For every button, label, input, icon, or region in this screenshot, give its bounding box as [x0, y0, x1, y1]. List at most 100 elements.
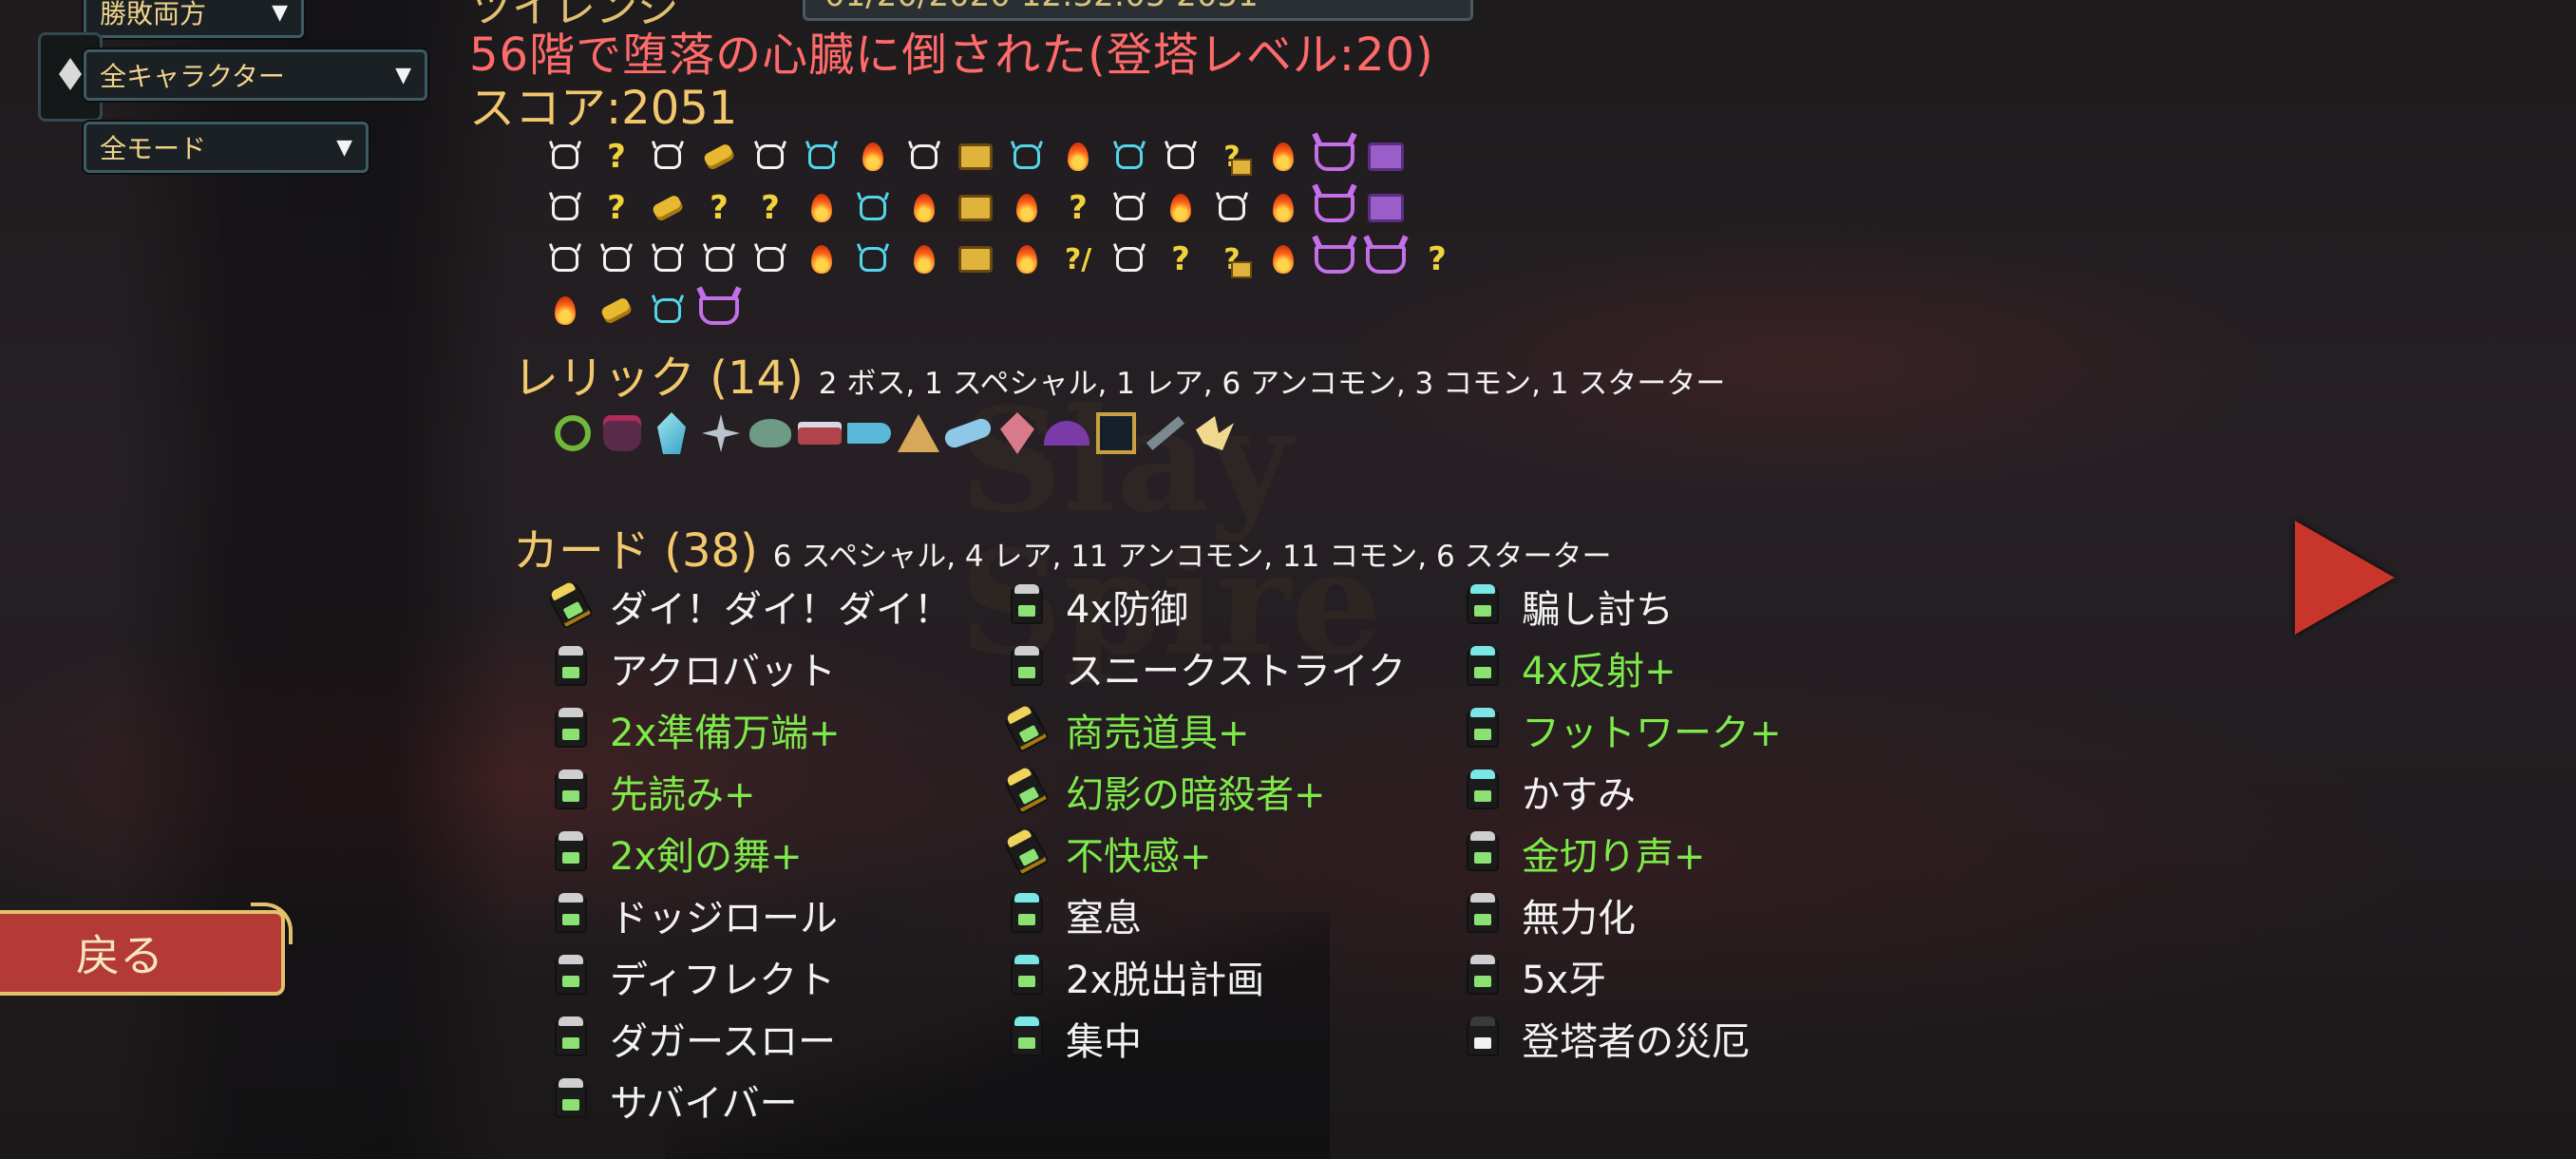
path-node-rest-icon[interactable] [796, 234, 847, 285]
back-button[interactable]: 戻る [0, 902, 293, 996]
path-node-monster-icon[interactable] [745, 131, 796, 182]
card-row[interactable]: 5x牙 [1457, 945, 1782, 1007]
path-node-monster-icon[interactable] [642, 234, 693, 285]
card-row[interactable]: 先読み+ [545, 760, 952, 822]
path-node-elite-icon[interactable] [847, 182, 899, 234]
path-node-question-icon[interactable]: ? [745, 182, 796, 234]
path-node-boss-icon[interactable] [1309, 131, 1360, 182]
path-node-elite-icon[interactable] [1104, 131, 1155, 182]
path-node-rest-icon[interactable] [1258, 234, 1309, 285]
relic-pyramid-icon[interactable] [894, 407, 943, 460]
card-row[interactable]: 金切り声+ [1457, 822, 1782, 884]
path-node-rest-icon[interactable] [1001, 182, 1052, 234]
card-row[interactable]: 2x脱出計画 [1001, 945, 1406, 1007]
path-node-monster-icon[interactable] [591, 234, 642, 285]
path-node-gold-icon[interactable] [642, 182, 693, 234]
path-node-boss-icon[interactable] [693, 285, 745, 336]
card-row[interactable]: 2x剣の舞+ [545, 822, 952, 884]
path-node-rest-icon[interactable] [847, 131, 899, 182]
card-row[interactable]: ダガースロー [545, 1007, 952, 1069]
path-node-rest-icon[interactable] [1155, 182, 1206, 234]
path-node-rest-icon[interactable] [540, 285, 591, 336]
path-node-rest-icon[interactable] [1052, 131, 1104, 182]
path-node-question-icon[interactable]: ? [591, 131, 642, 182]
filter-result-dropdown[interactable]: 勝敗両方 ▼ [84, 0, 304, 38]
path-node-question-chest-icon[interactable]: ? [1206, 234, 1258, 285]
filter-mode-dropdown[interactable]: 全モード ▼ [84, 122, 369, 173]
card-row[interactable]: 騙し討ち [1457, 575, 1782, 636]
path-node-gold-icon[interactable] [591, 285, 642, 336]
path-node-boss-icon[interactable] [1309, 234, 1360, 285]
relic-shuriken-icon[interactable] [696, 407, 746, 460]
path-node-monster-icon[interactable] [1104, 182, 1155, 234]
path-node-monster-icon[interactable] [1104, 234, 1155, 285]
path-node-monster-icon[interactable] [899, 131, 950, 182]
card-row[interactable]: 不快感+ [1001, 822, 1406, 884]
card-row[interactable]: 4x反射+ [1457, 636, 1782, 698]
card-row[interactable]: 幻影の暗殺者+ [1001, 760, 1406, 822]
path-node-chest-icon[interactable] [950, 234, 1001, 285]
path-node-question-gold-icon[interactable]: ?/ [1052, 234, 1104, 285]
card-row[interactable]: ディフレクト [545, 945, 952, 1007]
path-node-elite-icon[interactable] [847, 234, 899, 285]
card-row[interactable]: 登塔者の災厄 [1457, 1007, 1782, 1069]
path-node-monster-icon[interactable] [540, 131, 591, 182]
relic-ring-of-the-snake-icon[interactable] [548, 407, 597, 460]
relic-kunai-icon[interactable] [1141, 407, 1190, 460]
card-row[interactable]: 2x準備万端+ [545, 698, 952, 760]
card-row[interactable]: ダイ！ダイ！ダイ！ [545, 575, 952, 636]
card-row[interactable]: ドッジロール [545, 884, 952, 945]
path-node-boss-chest-icon[interactable] [1360, 182, 1411, 234]
path-node-rest-icon[interactable] [899, 182, 950, 234]
path-node-monster-icon[interactable] [1206, 182, 1258, 234]
next-arrow-button[interactable] [2295, 521, 2395, 635]
path-node-monster-icon[interactable] [540, 182, 591, 234]
relic-scroll-tube-icon[interactable] [942, 407, 994, 460]
path-node-monster-icon[interactable] [693, 234, 745, 285]
path-node-gold-icon[interactable] [693, 131, 745, 182]
path-node-question-icon[interactable]: ? [1052, 182, 1104, 234]
card-row[interactable]: 4x防御 [1001, 575, 1406, 636]
path-node-monster-icon[interactable] [540, 234, 591, 285]
relic-framed-beetle-icon[interactable] [1091, 407, 1141, 460]
relic-anchor-icon[interactable] [844, 407, 894, 460]
path-node-question-chest-icon[interactable]: ? [1206, 131, 1258, 182]
card-row[interactable]: スニークストライク [1001, 636, 1406, 698]
path-node-boss-chest-icon[interactable] [1360, 131, 1411, 182]
card-row[interactable]: 無力化 [1457, 884, 1782, 945]
path-node-question-icon[interactable]: ? [1411, 234, 1463, 285]
relic-fan-icon[interactable] [1042, 407, 1091, 460]
path-node-rest-icon[interactable] [899, 234, 950, 285]
card-row[interactable]: アクロバット [545, 636, 952, 698]
card-row[interactable]: かすみ [1457, 760, 1782, 822]
path-node-chest-icon[interactable] [950, 182, 1001, 234]
path-node-rest-icon[interactable] [1258, 182, 1309, 234]
path-node-boss-icon[interactable] [1309, 182, 1360, 234]
relic-coffee-table-icon[interactable] [795, 407, 844, 460]
path-node-question-icon[interactable]: ? [693, 182, 745, 234]
filter-character-dropdown[interactable]: 全キャラクター ▼ [84, 49, 427, 101]
path-node-chest-icon[interactable] [950, 131, 1001, 182]
relic-crystal-icon[interactable] [647, 407, 696, 460]
path-node-boss-icon[interactable] [1360, 234, 1411, 285]
relic-kite-icon[interactable] [993, 407, 1042, 460]
card-row[interactable]: 集中 [1001, 1007, 1406, 1069]
path-node-rest-icon[interactable] [1001, 234, 1052, 285]
path-node-elite-icon[interactable] [1001, 131, 1052, 182]
relic-pouch-icon-icon[interactable] [597, 407, 647, 460]
path-node-rest-icon[interactable] [1258, 131, 1309, 182]
path-node-elite-icon[interactable] [642, 285, 693, 336]
relic-teapot-icon[interactable] [746, 407, 795, 460]
path-node-elite-icon[interactable] [796, 131, 847, 182]
path-node-question-icon[interactable]: ? [591, 182, 642, 234]
path-node-monster-icon[interactable] [1155, 131, 1206, 182]
path-node-monster-icon[interactable] [642, 131, 693, 182]
card-row[interactable]: 窒息 [1001, 884, 1406, 945]
path-node-question-icon[interactable]: ? [1155, 234, 1206, 285]
path-node-rest-icon[interactable] [796, 182, 847, 234]
card-row[interactable]: 商売道具+ [1001, 698, 1406, 760]
relic-paper-crane-icon[interactable] [1190, 407, 1240, 460]
card-row[interactable]: フットワーク+ [1457, 698, 1782, 760]
path-node-monster-icon[interactable] [745, 234, 796, 285]
card-row[interactable]: サバイバー [545, 1069, 952, 1130]
